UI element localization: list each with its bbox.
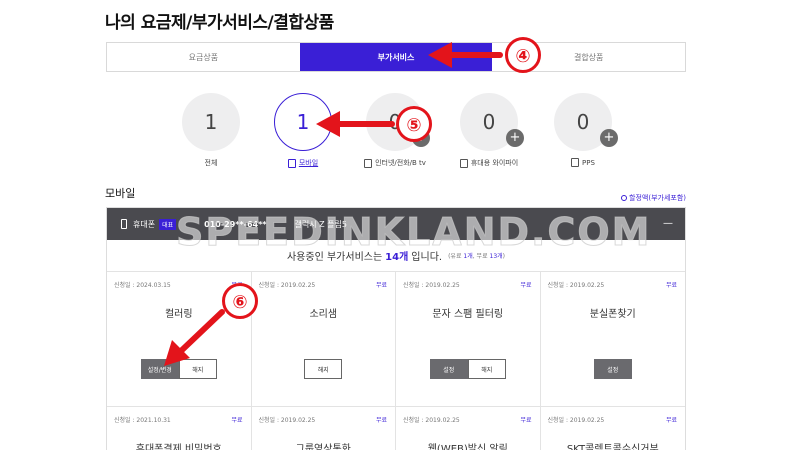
service-card: 신청일 : 2019.02.25 무료분실폰찾기설정 (540, 272, 686, 407)
add-icon[interactable]: + (506, 129, 524, 147)
service-card: 신청일 : 2019.02.25 무료 SKT콜렉트콜수신거부 (541, 407, 686, 450)
counter-pps-label-text: PPS (582, 158, 595, 167)
step-5-marker: ⑤ (396, 106, 432, 142)
step-6-marker: ⑥ (222, 283, 258, 319)
tab-addon-services[interactable]: 부가서비스 (299, 43, 493, 71)
service-date: 신청일 : 2019.02.25 (547, 417, 605, 424)
service-card: 신청일 : 2019.02.25 무료문자 스팸 필터링설정 해지 (396, 272, 541, 407)
summary-free: 13개 (489, 253, 503, 260)
primary-badge: 대표 (159, 218, 177, 230)
service-fee: 무료 (665, 417, 677, 424)
service-name: 문자 스팸 필터링 (432, 309, 504, 320)
summary-detail-open: (유료 (448, 253, 462, 260)
discount-note[interactable]: 할정액(부가세포함) (621, 193, 686, 203)
counter-pps-count: 0 (576, 110, 590, 134)
service-date: 신청일 : 2019.02.25 (403, 417, 460, 424)
service-card: 신청일 : 2019.02.25 무료웹(WEB)발신 알림 (396, 407, 541, 450)
counter-all-label-text: 전체 (204, 159, 218, 167)
counter-all-label: 전체 (171, 158, 251, 168)
discount-note-text: 할정액(부가세포함) (629, 194, 686, 202)
service-name: 그룹영상통화 (295, 444, 351, 450)
counter-pps-circle[interactable]: 0 + (554, 93, 618, 151)
counter-pps[interactable]: 0 + PPS (543, 93, 623, 167)
service-date: 신청일 : 2019.02.25 (547, 282, 605, 289)
counter-mobile-label-text: 모바일 (298, 159, 319, 167)
info-icon (621, 195, 628, 201)
home-icon (364, 158, 373, 168)
counter-wifi-circle[interactable]: 0 + (460, 93, 524, 151)
router-icon (459, 158, 468, 168)
phone-number: 010-29**-64** (204, 219, 267, 229)
counter-wifi[interactable]: 0 + 휴대용 와이파이 (449, 93, 529, 168)
service-date: 신청일 : 2019.02.25 (258, 282, 316, 289)
service-grid: 신청일 : 2024.03.15무료컬러링설정/변경해지신청일 : 2019.0… (107, 272, 685, 450)
service-date: 신청일 : 2024.03.15 (114, 282, 171, 289)
mobile-panel: 휴대폰 대표 010-29**-64** 갤럭시 Z 플립5 — 사용중인 부가… (106, 207, 686, 450)
service-actions: 설정 해지 (396, 359, 540, 379)
summary-count: 14개 (385, 252, 409, 263)
summary-detail-comma: , 무료 (472, 253, 488, 260)
service-fee: 무료 (520, 417, 532, 424)
cancel-service-button[interactable]: 해지 (467, 359, 506, 379)
service-fee: 무료 (665, 282, 677, 289)
product-tabs: 요금상품 부가서비스 결합상품 (106, 42, 686, 72)
counter-all-count: 1 (204, 110, 218, 134)
collapse-icon[interactable]: — (663, 218, 673, 229)
section-title: 모바일 (105, 187, 136, 200)
settings-button[interactable]: 설정/변경 (140, 359, 179, 379)
counter-all-circle[interactable]: 1 (182, 93, 240, 151)
counter-mobile-circle[interactable]: 1 (274, 93, 332, 151)
counter-wifi-label: 휴대용 와이파이 (449, 158, 529, 168)
service-actions: 설정 (541, 359, 686, 379)
cancel-service-button[interactable]: 해지 (178, 359, 217, 379)
service-name: 웹(WEB)발신 알림 (427, 444, 508, 450)
counter-all[interactable]: 1 전체 (171, 93, 251, 168)
service-name: 휴대폰결제 비밀번호 (135, 444, 222, 450)
summary-suffix: 입니다. (411, 252, 443, 263)
service-actions: 설정/변경 해지 (107, 359, 251, 379)
counter-internet-label-text: 인터넷/전화/B tv (375, 159, 426, 167)
service-card: 신청일 : 2019.02.25 무료소리샘해지 (251, 272, 396, 407)
counter-internet-label: 인터넷/전화/B tv (355, 158, 435, 168)
summary-paid: 1개 (463, 253, 473, 260)
cancel-service-button[interactable]: 해지 (304, 359, 343, 379)
sim-icon (571, 158, 580, 167)
device-header: 휴대폰 대표 010-29**-64** 갤럭시 Z 플립5 — (107, 208, 685, 240)
device-type: 휴대폰 (133, 219, 156, 229)
summary-detail: (유료 1개, 무료 13개) (448, 251, 505, 260)
phone-icon (121, 219, 127, 229)
service-fee: 무료 (520, 282, 532, 289)
service-name: 소리샘 (309, 309, 338, 320)
service-name: 분실폰찾기 (589, 309, 636, 320)
service-date: 신청일 : 2019.02.25 (403, 282, 460, 289)
counter-mobile[interactable]: 1 모바일 (263, 93, 343, 168)
service-card: 신청일 : 2019.02.25 무료그룹영상통화 (252, 407, 396, 450)
service-card: 신청일 : 2021.10.31 무료휴대폰결제 비밀번호 (107, 407, 252, 450)
summary-prefix: 사용중인 부가서비스는 (286, 252, 383, 263)
counter-wifi-count: 0 (482, 110, 496, 134)
service-date: 신청일 : 2019.02.25 (258, 417, 316, 424)
add-icon[interactable]: + (600, 129, 618, 147)
step-4-marker: ④ (505, 37, 541, 73)
service-date: 신청일 : 2021.10.31 (114, 417, 171, 424)
service-actions: 해지 (252, 359, 396, 379)
service-fee: 무료 (375, 417, 387, 424)
mobile-icon (287, 158, 296, 168)
settings-button[interactable]: 설정 (593, 359, 632, 379)
page-title: 나의 요금제/부가서비스/결합상품 (105, 13, 334, 33)
counter-wifi-label-text: 휴대용 와이파이 (470, 159, 519, 167)
counter-mobile-label: 모바일 (263, 158, 343, 168)
summary-detail-close: ) (502, 253, 506, 260)
service-fee: 무료 (375, 282, 387, 289)
device-model: 갤럭시 Z 플립5 (294, 219, 347, 229)
service-name: SKT콜렉트콜수신거부 (566, 444, 659, 450)
counter-pps-label: PPS (543, 158, 623, 167)
service-fee: 무료 (231, 417, 243, 424)
service-summary: 사용중인 부가서비스는 14개 입니다. (유료 1개, 무료 13개) (107, 240, 685, 272)
settings-button[interactable]: 설정 (429, 359, 468, 379)
counter-mobile-count: 1 (296, 110, 310, 134)
tab-plan[interactable]: 요금상품 (107, 43, 300, 71)
